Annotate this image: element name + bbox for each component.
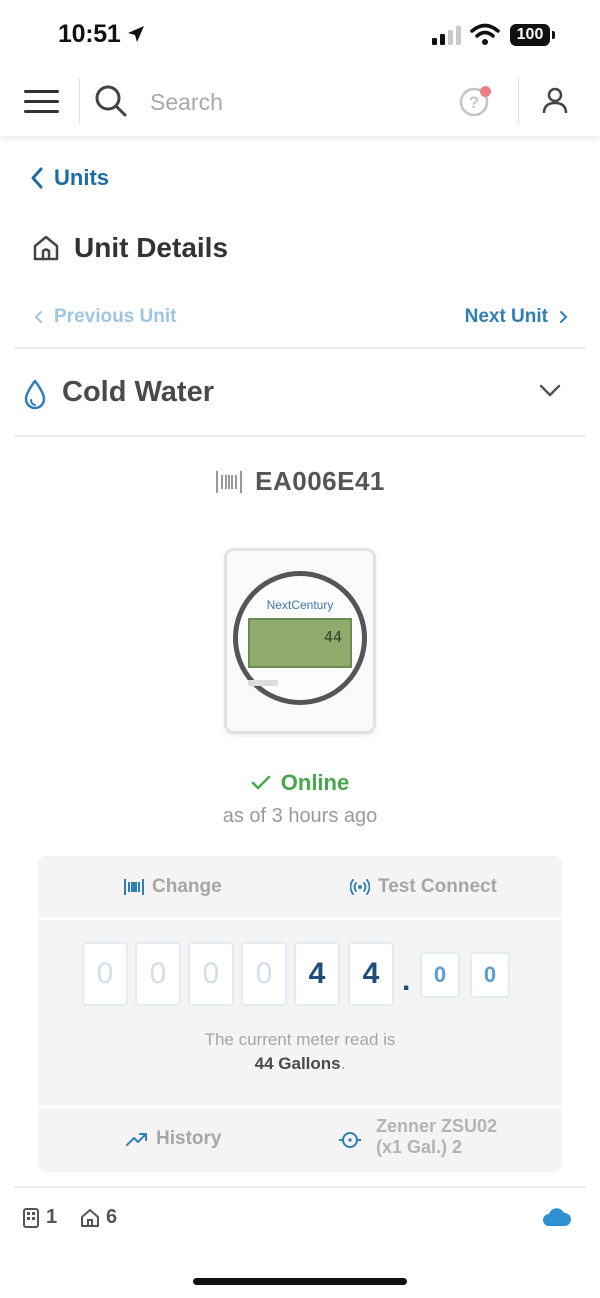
current-read-value-line: 44 Gallons. bbox=[38, 1052, 562, 1076]
meter-model-line-2: (x1 Gal.) 2 bbox=[376, 1137, 463, 1157]
utility-selector[interactable]: Cold Water bbox=[22, 372, 562, 416]
search-input[interactable] bbox=[150, 86, 430, 118]
location-arrow-icon bbox=[128, 26, 144, 42]
cloud-sync-icon[interactable] bbox=[542, 1208, 572, 1228]
meter-id: EA006E41 bbox=[255, 466, 385, 496]
test-connect-label: Test Connect bbox=[378, 876, 497, 897]
back-to-units-link[interactable]: Units bbox=[30, 165, 109, 191]
previous-unit-button[interactable]: Previous Unit bbox=[34, 306, 176, 328]
decimal-point: . bbox=[402, 964, 411, 997]
status-bar: 10:51 100 bbox=[0, 0, 600, 68]
read-digit: 0 bbox=[188, 942, 234, 1006]
trending-up-icon bbox=[126, 1133, 147, 1146]
card-footer: History Zenner ZSU02 (x1 Gal.) 2 bbox=[38, 1108, 562, 1172]
next-unit-button[interactable]: Next Unit bbox=[465, 306, 568, 328]
divider bbox=[14, 347, 586, 349]
status-timestamp: as of 3 hours ago bbox=[222, 805, 378, 827]
next-unit-label: Next Unit bbox=[464, 306, 548, 327]
building-icon bbox=[23, 1207, 39, 1228]
card-actions: Change Test Connect bbox=[38, 856, 562, 918]
units-count[interactable]: 6 bbox=[80, 1206, 117, 1229]
meter-image: NextCentury 44 bbox=[224, 548, 376, 734]
chevron-left-icon bbox=[34, 311, 42, 323]
read-digit: 4 bbox=[294, 942, 340, 1006]
read-digit: 4 bbox=[348, 942, 394, 1006]
home-icon bbox=[81, 1208, 99, 1227]
card-divider bbox=[38, 918, 562, 920]
meter-brand: NextCentury bbox=[266, 598, 334, 612]
test-connect-button[interactable]: Test Connect bbox=[350, 876, 497, 898]
online-label: Online bbox=[280, 770, 350, 795]
search-icon[interactable] bbox=[94, 84, 128, 118]
chevron-down-icon[interactable] bbox=[538, 382, 562, 398]
divider bbox=[14, 435, 586, 437]
nav-divider bbox=[79, 78, 80, 124]
back-link-label: Units bbox=[54, 165, 109, 190]
units-count-value: 6 bbox=[106, 1206, 118, 1228]
chevron-left-icon bbox=[31, 167, 43, 189]
barcode-icon bbox=[124, 879, 144, 895]
battery-indicator: 100 bbox=[510, 24, 550, 46]
meter-model-icon bbox=[339, 1132, 361, 1148]
checkmark-icon bbox=[251, 775, 271, 790]
meter-read-card: Change Test Connect 0 0 0 0 4 4 . 0 0 Th… bbox=[38, 856, 562, 1172]
svg-text:?: ? bbox=[469, 93, 479, 112]
change-label: Change bbox=[152, 876, 222, 897]
nav-divider bbox=[518, 78, 519, 124]
meter-label-plate bbox=[248, 680, 278, 686]
wifi-icon bbox=[470, 23, 500, 45]
read-decimal-digit: 0 bbox=[470, 952, 510, 998]
cell-signal-icon bbox=[432, 25, 461, 45]
online-status: Online bbox=[0, 770, 600, 796]
barcode-icon bbox=[216, 470, 243, 493]
buildings-count-value: 1 bbox=[46, 1206, 58, 1228]
signal-broadcast-icon bbox=[350, 879, 370, 895]
meter-id-row: EA006E41 bbox=[0, 466, 600, 497]
page-title: Unit Details bbox=[74, 232, 229, 263]
utility-name: Cold Water bbox=[62, 376, 214, 408]
footer-divider bbox=[14, 1186, 586, 1188]
home-indicator bbox=[193, 1278, 407, 1285]
current-read-suffix: . bbox=[340, 1054, 346, 1073]
read-digit: 0 bbox=[82, 942, 128, 1006]
meter-dial: NextCentury 44 bbox=[233, 571, 367, 705]
top-nav: ? bbox=[0, 68, 600, 136]
read-digit: 0 bbox=[241, 942, 287, 1006]
previous-unit-label: Previous Unit bbox=[54, 306, 177, 327]
status-time: 10:51 bbox=[58, 20, 121, 48]
battery-tip bbox=[552, 31, 555, 39]
read-digit: 0 bbox=[135, 942, 181, 1006]
current-read-value: 44 Gallons bbox=[254, 1054, 341, 1073]
hamburger-menu-icon[interactable] bbox=[24, 90, 60, 114]
unit-navigation: Previous Unit Next Unit bbox=[34, 306, 568, 334]
read-decimal-digit: 0 bbox=[420, 952, 460, 998]
history-button[interactable]: History bbox=[126, 1128, 221, 1150]
home-icon bbox=[33, 235, 59, 261]
meter-lcd: 44 bbox=[248, 618, 352, 668]
change-button[interactable]: Change bbox=[124, 876, 222, 898]
current-read-text: The current meter read is bbox=[204, 1030, 396, 1049]
meter-read-digits: 0 0 0 0 4 4 . 0 0 bbox=[82, 942, 522, 1006]
page-title-row: Unit Details bbox=[32, 232, 228, 264]
chevron-right-icon bbox=[560, 311, 568, 323]
water-drop-icon bbox=[24, 379, 46, 410]
meter-model[interactable]: Zenner ZSU02 (x1 Gal.) 2 bbox=[376, 1116, 497, 1158]
meter-model-line-1: Zenner ZSU02 bbox=[376, 1116, 498, 1136]
buildings-count[interactable]: 1 bbox=[22, 1206, 57, 1229]
notification-dot bbox=[480, 86, 491, 97]
meter-lcd-value: 44 bbox=[323, 628, 342, 646]
user-icon[interactable] bbox=[540, 86, 570, 116]
history-label: History bbox=[156, 1128, 222, 1149]
